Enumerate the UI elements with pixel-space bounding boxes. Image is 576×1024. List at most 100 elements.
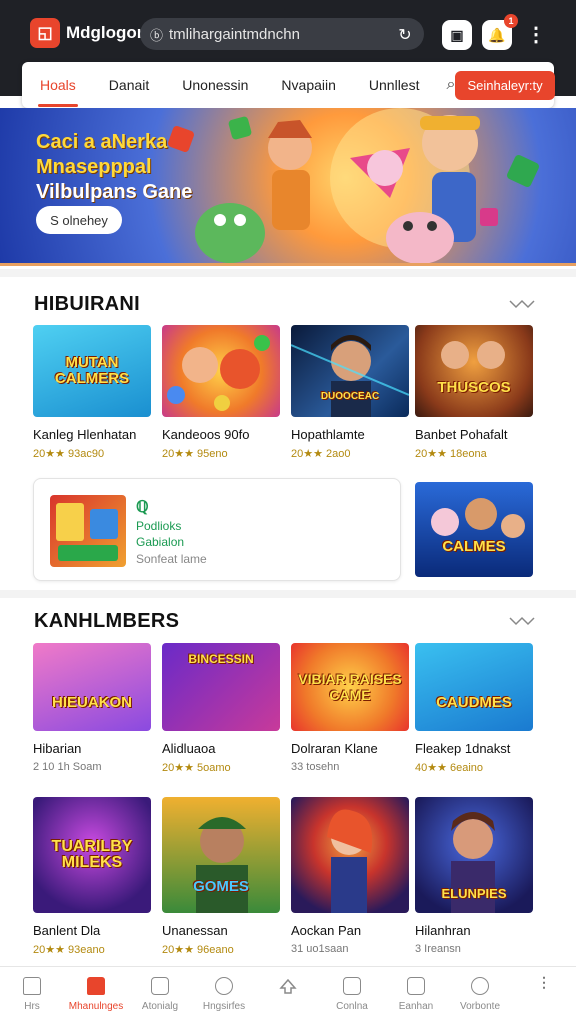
game-name: Hopathlamte (291, 427, 365, 442)
game-card[interactable]: Kandeoos 90fo 20★★ 95eno (162, 325, 280, 460)
game-name: Hilanhran (415, 923, 471, 938)
game-thumbnail (162, 325, 280, 417)
thumb-title: DUOOCEAC (320, 390, 380, 402)
cta-button[interactable]: Seinhaleyr:ty (455, 70, 555, 100)
characters-art (431, 498, 525, 538)
game-card[interactable]: DUOOCEAC Hopathlamte 20★★ 2ao0 (291, 325, 409, 460)
game-name: Banlent Dla (33, 923, 101, 938)
game-rating: 2 10 1h Soam (33, 761, 102, 773)
section-divider (0, 590, 576, 598)
thumb-title: GOMES (193, 878, 249, 896)
bottom-nav-item[interactable]: Eanhan (384, 967, 448, 1024)
bottom-nav-item[interactable]: Conlna (320, 967, 384, 1024)
characters-art (441, 341, 505, 369)
home-icon (23, 977, 41, 995)
thumb-title: VIBIAR RAISES CAME (298, 671, 402, 703)
game-card[interactable]: TUARILBY MILEKS Banlent Dla 20★★ 93eano (33, 797, 151, 956)
game-rating: 20★★ 95eno (162, 448, 228, 460)
notification-badge: 1 (504, 14, 518, 28)
cloud-upload-icon (279, 978, 297, 994)
menu-icon[interactable]: ⋮ (526, 22, 546, 47)
characters-art (167, 335, 270, 411)
game-rating: 20★★ 5oamo (162, 762, 231, 774)
game-card[interactable]: GOMES Unanessan 20★★ 96eano (162, 797, 280, 956)
game-thumbnail: CAUDMES (415, 643, 533, 731)
notification-icon[interactable]: 🔔 1 (482, 14, 518, 50)
reload-icon[interactable]: ↻ (396, 25, 414, 44)
game-rating: 33 tosehn (291, 761, 340, 773)
game-card[interactable]: VIBIAR RAISES CAME Dolraran Klane 33 tos… (291, 643, 409, 773)
tab-2[interactable]: Danait (109, 71, 149, 99)
tab-3[interactable]: Unonessin (182, 71, 248, 99)
game-thumbnail: DUOOCEAC (291, 325, 409, 417)
hero-title-line3: Vilbulpans Gane (36, 181, 193, 203)
soldier-art (196, 817, 248, 913)
promo-caption: Sonfeat lame (136, 552, 207, 566)
game-rating: 40★★ 6eaino (415, 762, 484, 774)
promo-art (56, 503, 118, 561)
bottom-nav-home[interactable]: Hrs (0, 967, 64, 1024)
bottom-nav-item[interactable]: Hngsirfes (192, 967, 256, 1024)
game-card[interactable]: THUSCOS Banbet Pohafalt 20★★ 18eona (415, 325, 533, 460)
thumb-title: BINCESSIN (188, 651, 254, 666)
bottom-nav-label: Conlna (336, 1001, 368, 1012)
bottom-nav-active[interactable]: Mhanulnges (64, 967, 128, 1024)
game-rating: 20★★ 96eano (162, 944, 234, 956)
bottom-nav-item[interactable]: Vorbonte (448, 967, 512, 1024)
section-divider (0, 269, 576, 277)
hero-characters-illustration (168, 108, 539, 263)
hero-banner[interactable]: Caci a aNerka Mnasepppal Vilbulpans Gane… (0, 108, 576, 266)
square-icon (151, 977, 169, 995)
hero-button[interactable]: S olnehey (36, 206, 122, 234)
tab-5[interactable]: Unnllest (369, 71, 420, 99)
more-vertical-icon: ⋮ (537, 974, 551, 990)
promo-subtitle: Gabialon (136, 535, 185, 549)
address-bar[interactable]: ⓑ tmlihargaintmdnchn ↻ (140, 18, 424, 50)
chevron-down-icon[interactable] (508, 615, 536, 629)
hero-title: Caci a aNerka Mnasepppal Vilbulpans Gane (36, 130, 206, 205)
game-name: Banbet Pohafalt (415, 427, 508, 442)
game-rating: 31 uo1saan (291, 943, 349, 955)
bottom-nav-label: Atonialg (141, 1001, 179, 1012)
game-card[interactable]: CALMES (415, 482, 533, 577)
document-icon (407, 977, 425, 995)
game-card[interactable]: HIEUAKON Hibarian 2 10 1h Soam (33, 643, 151, 773)
game-thumbnail: THUSCOS (415, 325, 533, 417)
thumb-title: CALMES (442, 537, 506, 555)
game-card[interactable]: MUTAN CALMERS Kanleg Hlenhatan 20★★ 93ac… (33, 325, 151, 460)
hero-title-line1: Caci a aNerka (36, 131, 168, 153)
pencil-icon (343, 977, 361, 995)
promo-thumbnail (50, 495, 126, 567)
game-rating: 3 Ireansn (415, 943, 461, 955)
bottom-nav-item[interactable]: Atonialg (128, 967, 192, 1024)
app-logo[interactable]: ◱ Mdglogor (30, 18, 143, 48)
bottom-nav-more[interactable]: ⋮ (512, 967, 576, 1024)
game-card[interactable]: BINCESSIN Alidluaoa 20★★ 5oamo (162, 643, 280, 774)
address-text: tmlihargaintmdnchn (169, 25, 300, 43)
chevron-down-icon[interactable] (508, 298, 536, 312)
game-thumbnail: TUARILBY MILEKS (33, 797, 151, 913)
game-card[interactable]: CAUDMES Fleakep 1dnakst 40★★ 6eaino (415, 643, 533, 774)
promo-card[interactable]: ℚ Podlioks Gabialon Sonfeat lame (33, 478, 401, 581)
game-card[interactable]: Aockan Pan 31 uo1saan (291, 797, 409, 955)
game-thumbnail: CALMES (415, 482, 533, 577)
tab-4[interactable]: Nvapaiin (281, 71, 335, 99)
game-name: Hibarian (33, 741, 82, 756)
bottom-nav-item[interactable] (256, 967, 320, 1024)
search-icon[interactable]: ⌕ (447, 76, 456, 94)
game-thumbnail: MUTAN CALMERS (33, 325, 151, 417)
main-nav: Hoals Danait Unonessin Nvapaiin Unnllest… (22, 62, 555, 108)
game-thumbnail: VIBIAR RAISES CAME (291, 643, 409, 731)
tabs-icon[interactable]: ▣ (442, 20, 472, 50)
bottom-nav-label: Eanhan (398, 1001, 434, 1012)
home-filled-icon (87, 977, 105, 995)
game-thumbnail: HIEUAKON (33, 643, 151, 731)
game-name: Dolraran Klane (291, 741, 378, 756)
game-rating: 20★★ 2ao0 (291, 448, 351, 460)
game-name: Kandeoos 90fo (162, 427, 250, 442)
hero-title-line2: Mnasepppal (36, 156, 152, 178)
tab-home[interactable]: Hoals (38, 71, 78, 107)
game-card[interactable]: ELUNPIES Hilanhran 3 Ireansn (415, 797, 533, 955)
game-name: Kanleg Hlenhatan (33, 427, 137, 442)
thumb-title: THUSCOS (437, 378, 511, 396)
